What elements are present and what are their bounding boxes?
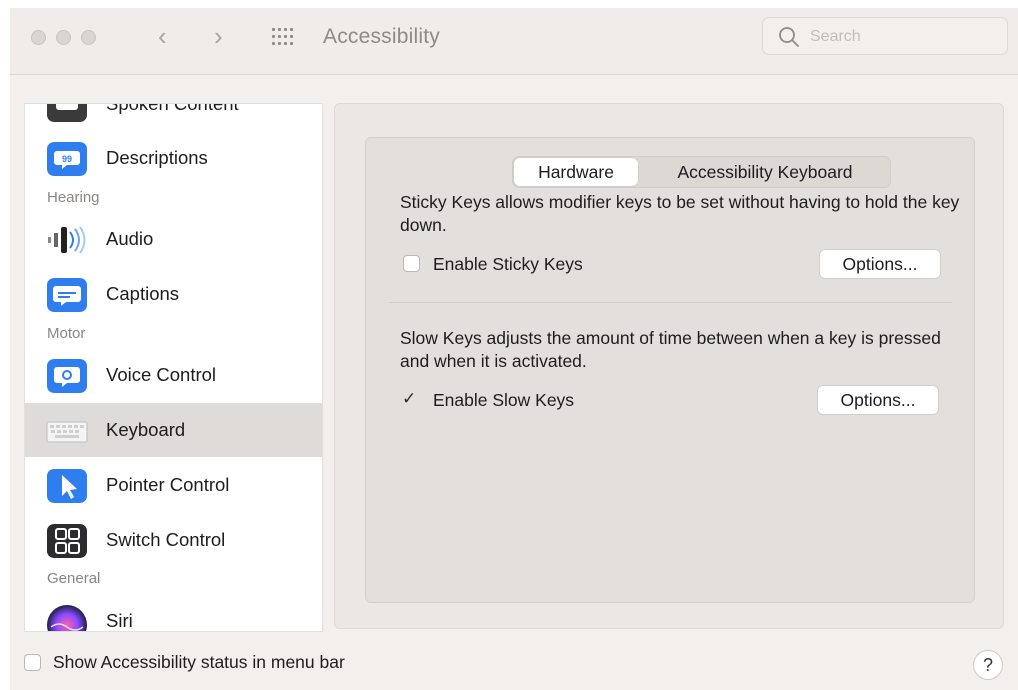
sidebar-item-label: Pointer Control	[106, 474, 230, 495]
tab-accessibility-keyboard[interactable]: Accessibility Keyboard	[641, 158, 889, 186]
audio-icon	[48, 226, 86, 254]
sidebar-item-switch-control[interactable]: Switch Control	[25, 513, 322, 567]
status-menu-bar-label: Show Accessibility status in menu bar	[53, 652, 345, 672]
search-field[interactable]: Search	[762, 17, 1008, 55]
sidebar-item-voice-control[interactable]: Voice Control	[25, 348, 322, 402]
zoom-window-button[interactable]	[81, 30, 96, 45]
voice-control-icon	[47, 359, 87, 393]
sidebar-item-pointer-control[interactable]: Pointer Control	[25, 458, 322, 512]
sidebar-item-label: Siri	[106, 610, 133, 631]
sidebar-item-label: Spoken Content	[106, 103, 239, 114]
slow-keys-checkbox[interactable]: ✓	[402, 389, 416, 409]
pointer-icon	[47, 469, 87, 503]
sticky-keys-checkbox[interactable]	[403, 255, 420, 272]
back-arrow-icon[interactable]: ‹	[158, 22, 167, 50]
search-placeholder: Search	[810, 28, 861, 45]
sidebar-item-keyboard[interactable]: Keyboard	[25, 403, 322, 457]
section-header-general: General	[47, 570, 101, 587]
sidebar-item-captions[interactable]: Captions	[25, 267, 322, 321]
forward-arrow-icon[interactable]: ›	[214, 22, 223, 50]
slow-keys-label: Enable Slow Keys	[433, 390, 575, 410]
tab-hardware[interactable]: Hardware	[514, 158, 638, 186]
sidebar-item-label: Keyboard	[106, 419, 186, 440]
show-all-grid-icon[interactable]	[272, 27, 298, 47]
help-button[interactable]: ?	[973, 650, 1003, 680]
sidebar[interactable]: Spoken Content 99 Descriptions Hearing A…	[24, 103, 323, 632]
section-header-hearing: Hearing	[47, 189, 100, 206]
sidebar-item-label: Switch Control	[106, 529, 226, 550]
keyboard-icon	[46, 421, 88, 443]
sticky-keys-label: Enable Sticky Keys	[433, 254, 583, 274]
main-panel: Hardware Accessibility Keyboard Sticky K…	[334, 103, 1004, 629]
window-title: Accessibility	[323, 25, 440, 48]
sidebar-item-audio[interactable]: Audio	[25, 212, 322, 266]
minimize-window-button[interactable]	[56, 30, 71, 45]
slow-keys-description: Slow Keys adjusts the amount of time bet…	[400, 328, 941, 371]
sidebar-item-label: Voice Control	[106, 364, 217, 385]
sidebar-item-spoken-content[interactable]: Spoken Content	[25, 103, 322, 131]
sidebar-item-descriptions[interactable]: 99 Descriptions	[25, 131, 322, 185]
sidebar-item-label: Descriptions	[106, 147, 208, 168]
sidebar-item-label: Captions	[106, 283, 180, 304]
switch-control-icon	[47, 524, 87, 558]
title-bar: ‹ › Accessibility Search	[10, 8, 1018, 75]
sidebar-item-label: Audio	[106, 228, 154, 249]
siri-icon	[47, 605, 87, 631]
svg-text:99: 99	[62, 154, 72, 164]
tab-bar: Hardware Accessibility Keyboard	[512, 156, 891, 188]
descriptions-icon: 99	[47, 142, 87, 176]
spoken-content-icon	[47, 104, 87, 122]
preferences-window: ‹ › Accessibility Search Spoken Content	[10, 8, 1018, 690]
divider	[389, 302, 952, 303]
section-header-motor: Motor	[47, 325, 86, 342]
slow-keys-options-button[interactable]: Options...	[817, 385, 939, 415]
search-icon	[779, 27, 799, 47]
sticky-keys-options-button[interactable]: Options...	[819, 249, 941, 279]
close-window-button[interactable]	[31, 30, 46, 45]
sticky-keys-description: Sticky Keys allows modifier keys to be s…	[400, 192, 960, 235]
status-menu-bar-checkbox[interactable]	[24, 654, 41, 671]
captions-icon	[47, 278, 87, 312]
sidebar-item-siri[interactable]: Siri	[25, 594, 322, 631]
